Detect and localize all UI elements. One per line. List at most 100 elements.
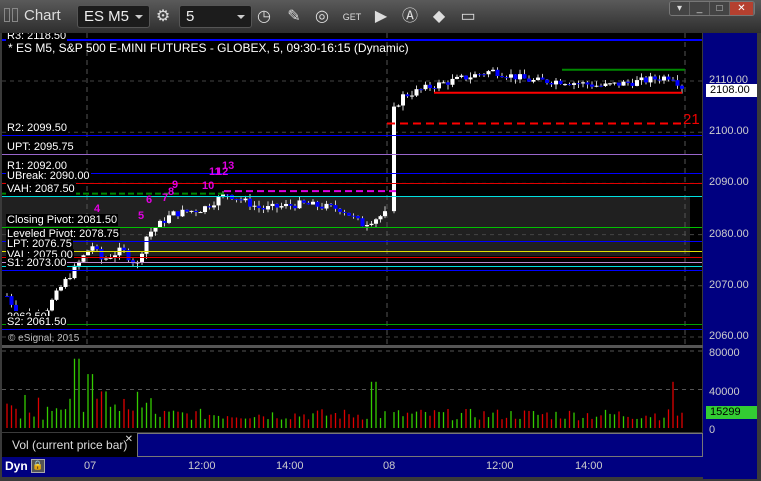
candle bbox=[149, 231, 153, 237]
candle bbox=[626, 81, 630, 83]
chart-header: * ES M5, S&P 500 E-MINI FUTURES - GLOBEX… bbox=[8, 41, 409, 55]
get-data-icon[interactable]: GET bbox=[341, 6, 363, 28]
candle bbox=[423, 84, 428, 90]
candle bbox=[207, 206, 212, 208]
axis-tick: 80000 bbox=[709, 347, 740, 359]
axis-tick: 08 bbox=[383, 460, 396, 472]
candle bbox=[477, 74, 482, 76]
level-line bbox=[2, 257, 702, 259]
candle bbox=[491, 69, 495, 72]
candle bbox=[216, 197, 221, 206]
candle bbox=[347, 212, 351, 216]
clock-icon[interactable]: ◷ bbox=[253, 6, 275, 28]
candle bbox=[617, 82, 621, 86]
study-icon[interactable]: ◎ bbox=[311, 6, 333, 28]
candle bbox=[450, 78, 455, 85]
level-line bbox=[2, 329, 702, 331]
count-label: 5 bbox=[138, 210, 145, 222]
candle bbox=[293, 205, 297, 209]
candle bbox=[297, 200, 302, 209]
axis-tick: 2080.00 bbox=[709, 227, 749, 240]
candle bbox=[275, 203, 279, 208]
candle bbox=[315, 201, 320, 207]
maximize-button[interactable]: □ bbox=[710, 2, 730, 15]
candle bbox=[54, 290, 59, 300]
pencil-icon[interactable]: ✎ bbox=[283, 6, 305, 28]
price-pane[interactable]: R3: 2118.50 R2: 2099.50 UPT: 2095.75 R1: 20… bbox=[2, 33, 702, 345]
level-line bbox=[2, 262, 702, 264]
interval-select[interactable]: 5 bbox=[179, 5, 252, 28]
axis-tick: 2100.00 bbox=[709, 125, 749, 138]
candle bbox=[324, 203, 329, 209]
drag-handle-icon[interactable] bbox=[4, 8, 10, 22]
candle bbox=[603, 83, 608, 87]
candle bbox=[252, 205, 257, 207]
time-axis[interactable]: Dyn 🔒 07 12:00 14:00 08 12:00 14:00 bbox=[2, 457, 703, 477]
candle bbox=[284, 204, 288, 207]
axis-tick: 12:00 bbox=[486, 460, 514, 472]
candle bbox=[554, 80, 558, 85]
drag-handle-icon[interactable] bbox=[12, 8, 18, 22]
candle bbox=[383, 211, 387, 217]
count-label: 6 bbox=[146, 194, 153, 206]
axis-tick: 2090.00 bbox=[709, 176, 749, 189]
candle bbox=[122, 247, 126, 251]
candle bbox=[72, 265, 77, 279]
lock-icon[interactable]: 🔒 bbox=[31, 459, 45, 473]
candle bbox=[306, 202, 311, 205]
axis-tick: 40000 bbox=[709, 385, 740, 398]
level-label: UBreak: 2090.00 bbox=[6, 170, 91, 183]
axis-tick: 14:00 bbox=[276, 460, 304, 472]
menu-icon[interactable]: ▾ bbox=[670, 2, 690, 15]
candle bbox=[356, 215, 360, 219]
candle bbox=[468, 77, 473, 80]
candle bbox=[261, 208, 266, 210]
alert-icon[interactable]: Ⓐ bbox=[399, 6, 421, 28]
candle bbox=[531, 79, 536, 82]
candle bbox=[104, 258, 108, 260]
last-volume-marker: 15299 bbox=[706, 406, 757, 419]
candle bbox=[486, 71, 491, 75]
candle bbox=[414, 89, 419, 96]
gear-icon[interactable]: ⚙ bbox=[152, 6, 174, 28]
candle bbox=[581, 82, 585, 84]
candle bbox=[162, 220, 167, 223]
candle bbox=[257, 205, 261, 209]
chevron-down-icon bbox=[237, 15, 245, 19]
candle bbox=[608, 83, 612, 85]
candle bbox=[374, 219, 378, 224]
candle bbox=[558, 80, 563, 85]
link-icon[interactable]: ◆ bbox=[428, 6, 450, 28]
count-label: 10 bbox=[202, 180, 215, 192]
level-line bbox=[2, 153, 702, 155]
axis-tick: 07 bbox=[84, 460, 97, 472]
minimize-button[interactable]: _ bbox=[690, 2, 710, 15]
title-bar: Chart ES M5 ⚙ 5 ◷ ✎ ◎ GET ▶ Ⓐ ◆ ▭ ▾ _ □ ✕ bbox=[0, 0, 761, 33]
candle bbox=[459, 75, 464, 77]
price-chart bbox=[2, 33, 702, 345]
last-price-marker: 2108.00 bbox=[706, 84, 757, 97]
candle bbox=[167, 215, 171, 223]
candle bbox=[153, 227, 158, 232]
candle bbox=[657, 79, 662, 81]
volume-pane[interactable] bbox=[2, 348, 702, 432]
candle bbox=[189, 210, 194, 212]
comment-icon[interactable]: ▭ bbox=[457, 6, 479, 28]
candle bbox=[455, 76, 459, 79]
play-icon[interactable]: ▶ bbox=[370, 6, 392, 28]
candle bbox=[446, 82, 450, 85]
level-label: Closing Pivot: 2081.50 bbox=[6, 213, 119, 226]
candle bbox=[212, 205, 216, 208]
candle bbox=[338, 208, 342, 212]
candle bbox=[536, 77, 540, 80]
axis-tick: 2070.00 bbox=[709, 278, 749, 291]
symbol-select[interactable]: ES M5 bbox=[77, 5, 150, 28]
close-button[interactable]: ✕ bbox=[730, 2, 754, 15]
legend-bar bbox=[137, 433, 703, 457]
copyright: © eSignal, 2015 bbox=[8, 333, 80, 344]
candle bbox=[198, 212, 203, 214]
candle bbox=[662, 76, 666, 81]
symbol-value: ES M5 bbox=[84, 8, 130, 25]
close-icon[interactable]: ✕ bbox=[125, 434, 133, 445]
level-line bbox=[2, 241, 702, 242]
